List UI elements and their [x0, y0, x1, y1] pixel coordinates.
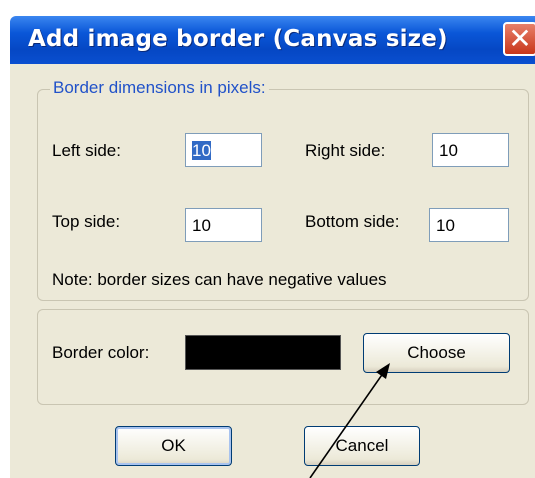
annotation-arrow-icon — [309, 363, 390, 478]
add-image-border-dialog: Add image border (Canvas size) ✕ Border … — [0, 0, 535, 478]
